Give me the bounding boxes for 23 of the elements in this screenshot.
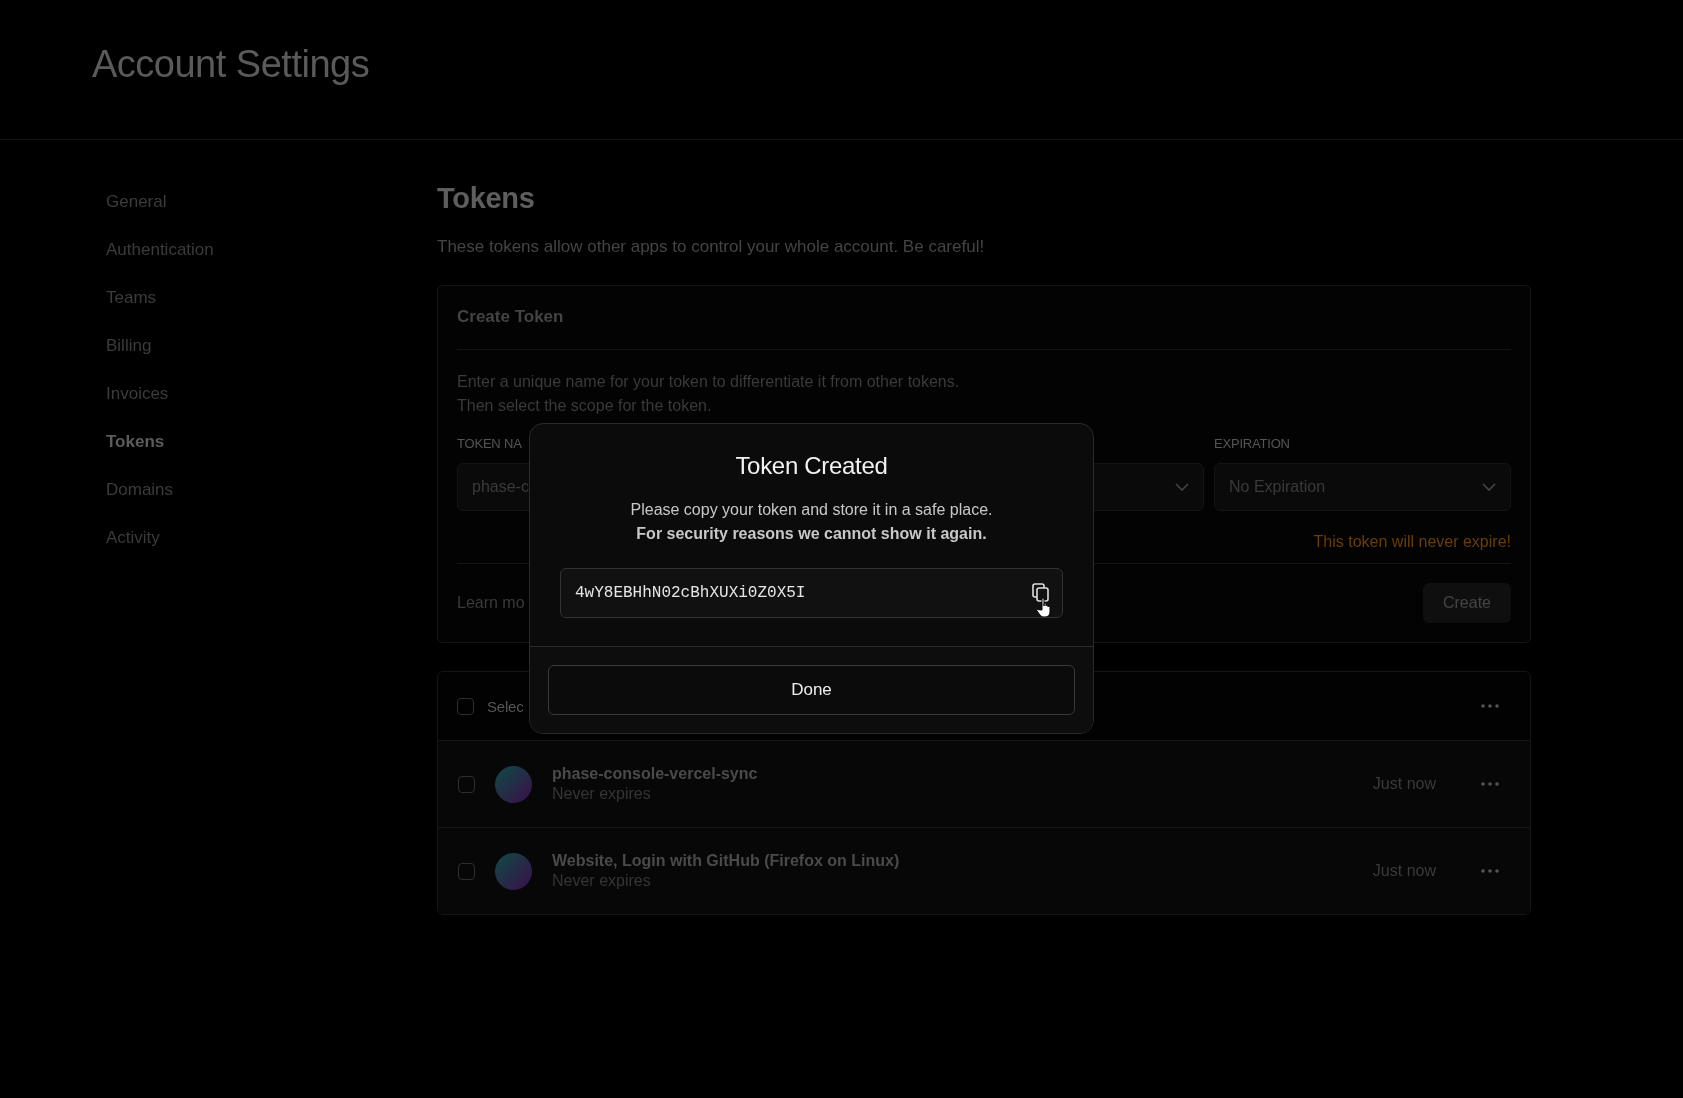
- select-all-label: Selec: [487, 697, 524, 715]
- sidebar-item[interactable]: Tokens: [106, 430, 165, 454]
- dialog-message: Please copy your token and store it in a safe place.: [630, 500, 993, 520]
- section-heading: Tokens: [437, 182, 535, 215]
- security-notice: For security reasons we cannot show it again.: [636, 524, 987, 544]
- sidebar-item[interactable]: Billing: [106, 334, 152, 358]
- token-name: phase-console-vercel-sync: [552, 765, 758, 783]
- sidebar-item[interactable]: Domains: [106, 478, 174, 502]
- sidebar-item[interactable]: General: [106, 190, 167, 214]
- sidebar-item[interactable]: Teams: [106, 286, 157, 310]
- done-button[interactable]: Done: [548, 665, 1075, 715]
- field-label: EXPIRATION: [1214, 436, 1290, 453]
- page-title: Account Settings: [92, 43, 370, 86]
- warning-text: This token will never expire!: [1313, 533, 1511, 551]
- sidebar-item[interactable]: Authentication: [106, 238, 214, 262]
- sidebar-item[interactable]: Activity: [106, 526, 160, 550]
- field-label: TOKEN NA: [457, 436, 522, 453]
- dialog-title: Token Created: [735, 452, 888, 480]
- card-title: Create Token: [457, 307, 564, 326]
- token-field[interactable]: 4wY8EBHhN02cBhXUXi0Z0X5I: [560, 568, 1063, 618]
- section-description: These tokens allow other apps to control your whole account. Be careful!: [437, 237, 985, 257]
- sidebar-item[interactable]: Invoices: [106, 382, 169, 406]
- token-name: Website, Login with GitHub (Firefox on Linux): [552, 852, 900, 870]
